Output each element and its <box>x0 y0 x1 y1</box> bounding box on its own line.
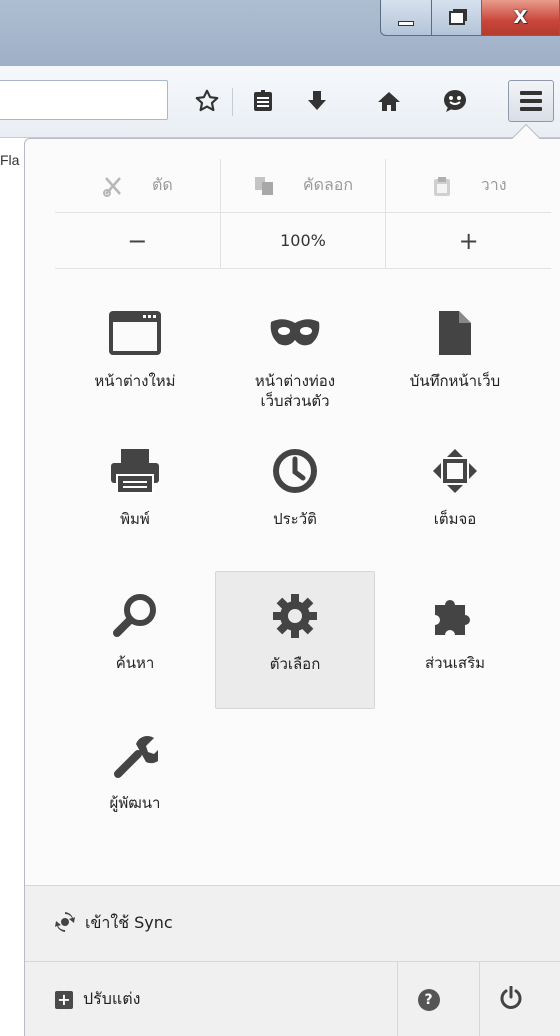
paste-label: วาง <box>480 175 507 194</box>
menu-item-label: ตัวเลือก <box>269 655 321 673</box>
menu-item-label: เต็มจอ <box>433 510 477 528</box>
search-icon <box>105 585 165 645</box>
menu-item-fullscreen[interactable]: เต็มจอ <box>375 427 535 565</box>
menu-item-label: บันทึกหน้าเว็บ <box>409 372 501 390</box>
home-icon[interactable] <box>372 84 406 118</box>
addons-puzzle-icon <box>425 585 485 645</box>
toolbar-separator <box>232 88 233 116</box>
menu-item-label: ประวัติ <box>273 510 317 528</box>
close-button[interactable]: X <box>482 0 560 36</box>
help-button[interactable]: ? <box>397 962 459 1036</box>
app-menu-panel: ตัด คัดลอก วาง − 100% + หน้าต่างใหม่ หน้… <box>24 138 560 1036</box>
download-icon[interactable] <box>300 84 334 118</box>
footer-bar: + ปรับแต่ง ? <box>25 961 560 1036</box>
sync-button[interactable]: เข้าใช้ Sync <box>25 885 560 961</box>
menu-item-private-window[interactable]: หน้าต่างท่อง เว็บส่วนตัว <box>215 289 375 427</box>
title-bar: X <box>0 0 560 66</box>
zoom-controls: − 100% + <box>55 213 551 269</box>
paste-button[interactable]: วาง <box>385 159 551 212</box>
fullscreen-icon <box>425 441 485 501</box>
sync-label: เข้าใช้ Sync <box>85 913 173 932</box>
restore-icon <box>448 10 465 25</box>
menu-item-find[interactable]: ค้นหา <box>55 571 215 709</box>
quit-button[interactable] <box>479 962 541 1036</box>
sidebar-peek-text: Fla <box>0 152 20 168</box>
menu-item-label: หน้าต่างท่อง เว็บส่วนตัว <box>254 372 336 410</box>
sync-icon <box>55 911 75 936</box>
edit-controls: ตัด คัดลอก วาง <box>55 159 551 213</box>
close-icon: X <box>513 7 528 28</box>
copy-button[interactable]: คัดลอก <box>219 159 386 212</box>
minimize-icon <box>398 21 414 26</box>
menu-item-options[interactable]: ตัวเลือก <box>215 571 375 709</box>
url-bar[interactable] <box>0 80 168 120</box>
clipboard-icon <box>431 175 453 197</box>
print-icon <box>105 441 165 501</box>
plus-box-icon: + <box>55 990 73 1009</box>
gear-icon <box>265 586 325 646</box>
developer-wrench-icon <box>105 725 165 785</box>
menu-item-print[interactable]: พิมพ์ <box>55 427 215 565</box>
menu-item-label: หน้าต่างใหม่ <box>94 372 176 390</box>
minimize-button[interactable] <box>380 0 432 36</box>
history-clock-icon <box>265 441 325 501</box>
menu-item-label: ผู้พัฒนา <box>109 794 161 812</box>
cut-label: ตัด <box>151 175 173 194</box>
menu-item-save-page[interactable]: บันทึกหน้าเว็บ <box>375 289 535 427</box>
star-icon[interactable] <box>190 84 224 118</box>
scissors-icon <box>102 175 124 197</box>
menu-icon[interactable] <box>508 80 554 122</box>
menu-item-developer[interactable]: ผู้พัฒนา <box>55 711 215 849</box>
menu-item-addons[interactable]: ส่วนเสริม <box>375 571 535 709</box>
cut-button[interactable]: ตัด <box>55 159 220 212</box>
zoom-reset-button[interactable]: 100% <box>219 213 386 268</box>
copy-label: คัดลอก <box>302 175 354 194</box>
zoom-out-button[interactable]: − <box>55 213 220 268</box>
restore-button[interactable] <box>432 0 482 36</box>
private-mask-icon <box>265 303 325 363</box>
menu-item-label: ค้นหา <box>115 654 155 672</box>
chat-icon[interactable] <box>438 84 472 118</box>
menu-item-label: ส่วนเสริม <box>424 654 486 672</box>
save-page-icon <box>425 303 485 363</box>
menu-item-new-window[interactable]: หน้าต่างใหม่ <box>55 289 215 427</box>
menu-item-label: พิมพ์ <box>120 510 150 528</box>
reading-list-icon[interactable] <box>246 84 280 118</box>
customize-label: ปรับแต่ง <box>83 989 141 1008</box>
power-icon <box>499 985 523 1014</box>
copy-icon <box>253 175 275 197</box>
new-window-icon <box>105 303 165 363</box>
nav-toolbar <box>0 66 560 138</box>
help-icon: ? <box>417 989 440 1011</box>
customize-button[interactable]: + ปรับแต่ง <box>55 987 140 1012</box>
zoom-in-button[interactable]: + <box>385 213 551 268</box>
menu-item-history[interactable]: ประวัติ <box>215 427 375 565</box>
